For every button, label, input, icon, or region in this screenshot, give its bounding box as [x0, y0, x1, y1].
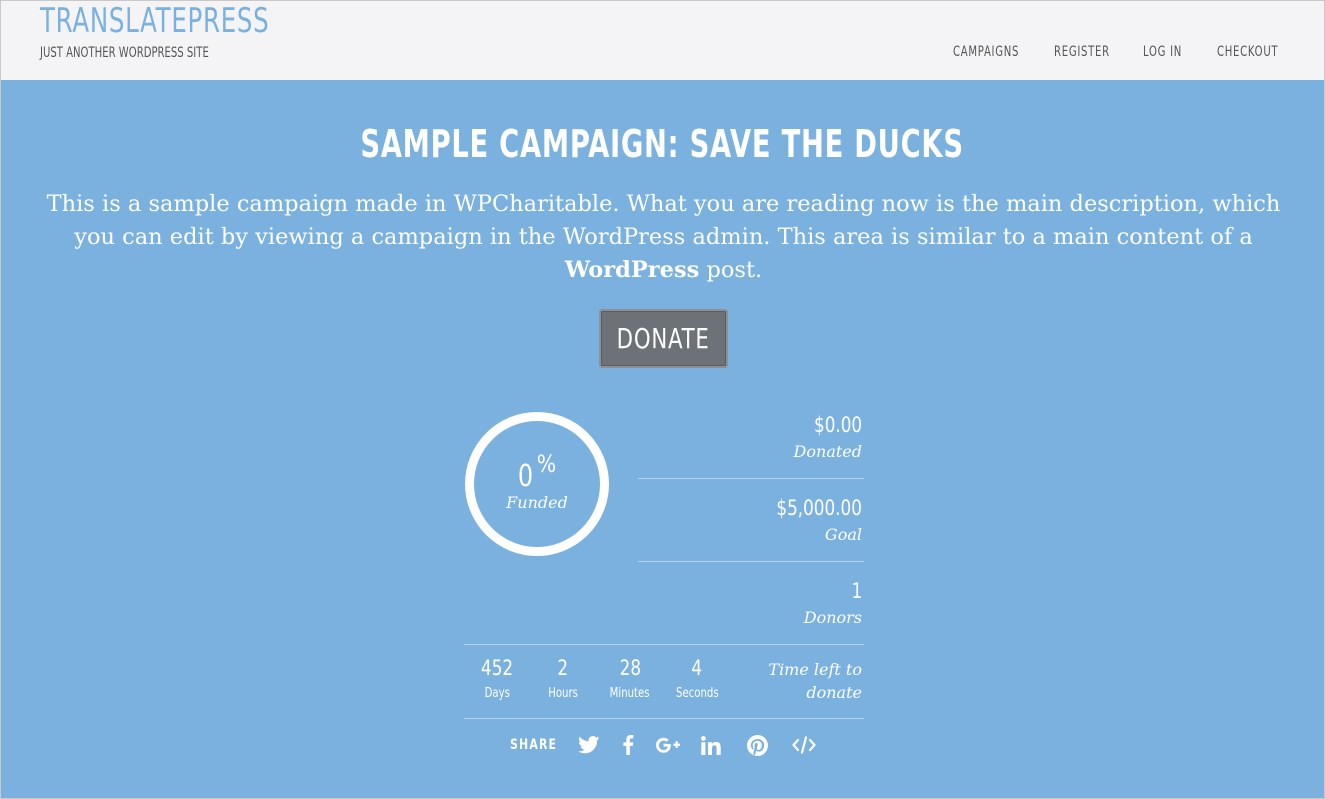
stats-divider: [638, 561, 864, 562]
nav-register[interactable]: REGISTER: [1054, 44, 1110, 60]
goal-value: $5,000.00: [776, 496, 862, 520]
embed-code-icon[interactable]: [791, 732, 817, 758]
countdown-divider: [464, 718, 864, 719]
countdown-seconds: 4: [667, 656, 727, 680]
campaign-description: This is a sample campaign made in WPChar…: [31, 188, 1296, 287]
share-label: SHARE: [510, 737, 558, 753]
countdown-hours: 2: [533, 656, 593, 680]
donate-button[interactable]: DONATE: [599, 309, 728, 368]
site-header: TRANSLATEPRESS JUST ANOTHER WORDPRESS SI…: [1, 1, 1324, 80]
donate-button-label: DONATE: [617, 322, 710, 355]
countdown-seconds-value: 4: [691, 656, 703, 680]
stats-divider: [464, 644, 864, 645]
countdown-hours-label: Hours: [528, 686, 598, 701]
countdown-minutes-unit: Minutes: [610, 686, 650, 701]
countdown-minutes-value: 28: [619, 656, 641, 680]
description-bold: WordPress: [564, 257, 700, 283]
twitter-icon[interactable]: [576, 732, 602, 758]
time-left-label: Time left to donate: [768, 660, 862, 702]
countdown-seconds-label: Seconds: [662, 686, 732, 701]
nav-log-in[interactable]: LOG IN: [1143, 44, 1182, 60]
donated-value: $0.00: [813, 413, 862, 437]
donated-label: Donated: [793, 442, 862, 461]
description-end: post.: [706, 257, 763, 283]
donors-value: 1: [851, 579, 862, 603]
main-nav: CAMPAIGNS REGISTER LOG IN CHECKOUT: [1, 44, 1324, 64]
countdown-minutes-label: Minutes: [595, 686, 665, 701]
percent-sign: %: [536, 450, 557, 478]
countdown-hours-unit: Hours: [548, 686, 578, 701]
nav-checkout[interactable]: CHECKOUT: [1217, 44, 1278, 60]
stats-divider: [638, 478, 864, 479]
goal-label: Goal: [824, 525, 862, 544]
countdown-minutes: 28: [600, 656, 660, 680]
donors-label: Donors: [803, 608, 862, 627]
countdown-days: 452: [467, 656, 527, 680]
countdown-seconds-unit: Seconds: [675, 686, 719, 701]
campaign-title-text: SAMPLE CAMPAIGN: SAVE THE DUCKS: [360, 122, 965, 166]
description-text: This is a sample campaign made in WPChar…: [46, 191, 1281, 250]
countdown-hours-value: 2: [557, 656, 569, 680]
nav-campaigns[interactable]: CAMPAIGNS: [953, 44, 1019, 60]
facebook-icon[interactable]: [615, 732, 641, 758]
pinterest-icon[interactable]: [744, 732, 770, 758]
campaign-title: SAMPLE CAMPAIGN: SAVE THE DUCKS: [1, 122, 1324, 166]
google-plus-icon[interactable]: [655, 732, 681, 758]
funded-percent: 0%: [465, 450, 609, 494]
site-title[interactable]: TRANSLATEPRESS: [40, 1, 269, 41]
linkedin-icon[interactable]: [698, 732, 724, 758]
funded-label: Funded: [506, 493, 568, 512]
countdown-days-unit: Days: [484, 686, 510, 701]
countdown-days-value: 452: [480, 656, 514, 680]
countdown-days-label: Days: [462, 686, 532, 701]
funded-percent-value: 0: [517, 459, 534, 494]
